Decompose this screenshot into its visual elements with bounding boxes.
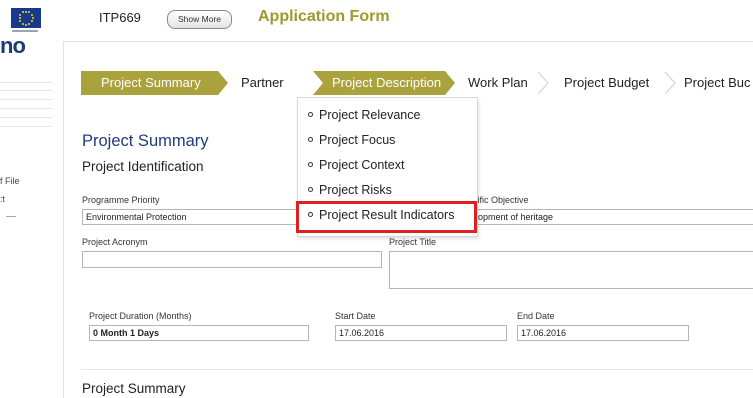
tab-project-description[interactable]: Project Description — [313, 71, 445, 95]
tab-separator — [664, 72, 676, 94]
menu-item-label: Project Context — [319, 158, 405, 172]
specific-objective-field[interactable]: relopment of heritage — [464, 209, 753, 225]
sidebar-divider — [0, 108, 52, 109]
eu-flag-icon — [11, 8, 41, 28]
program-logo: no — [0, 33, 26, 58]
page-title: Application Form — [258, 8, 390, 25]
project-acronym-label: Project Acronym — [82, 237, 148, 247]
sidebar-divider — [0, 126, 52, 127]
end-date-input[interactable]: 17.06.2016 — [517, 325, 689, 341]
bullet-icon — [308, 187, 313, 193]
eu-star-icon — [31, 17, 34, 19]
tab-label: Project Summary — [101, 75, 201, 90]
left-sidebar: no f File :t — [0, 0, 52, 398]
menu-item-label: Project Focus — [319, 133, 396, 147]
tab-label: Project Buc — [684, 75, 751, 90]
eu-star-icon — [28, 11, 31, 14]
sidebar-divider — [0, 117, 52, 118]
start-date-input[interactable]: 17.06.2016 — [335, 325, 507, 341]
eu-star-icon — [21, 11, 24, 14]
tab-project-budget[interactable]: Project Budget — [564, 71, 674, 95]
project-duration-label: Project Duration (Months) — [89, 311, 192, 321]
tab-label: Work Plan — [468, 75, 528, 90]
tab-label: Partner — [241, 75, 284, 90]
section-title: Project Summary — [82, 132, 209, 150]
eu-star-icon — [30, 20, 33, 23]
tab-arrow — [445, 71, 455, 95]
project-acronym-input[interactable] — [82, 251, 382, 268]
eu-star-icon — [28, 22, 31, 25]
project-title-label: Project Title — [389, 237, 437, 247]
menu-item-project-risks[interactable]: Project Risks — [308, 183, 392, 197]
tab-arrow — [313, 71, 323, 95]
sidebar-separator — [6, 216, 16, 217]
menu-item-label: Project Relevance — [319, 108, 421, 122]
eu-flag-caption — [12, 30, 38, 32]
project-title-input[interactable] — [389, 251, 753, 289]
end-date-label: End Date — [517, 311, 555, 321]
eu-star-icon — [18, 17, 21, 19]
menu-item-project-focus[interactable]: Project Focus — [308, 133, 395, 147]
project-duration-field: 0 Month 1 Days — [89, 325, 309, 341]
bullet-icon — [308, 137, 313, 143]
subsection-title: Project Identification — [82, 159, 204, 174]
sidebar-item-project[interactable]: :t — [0, 194, 5, 204]
eu-star-icon — [19, 20, 22, 23]
eu-star-icon — [19, 13, 22, 16]
tab-arrow — [218, 71, 228, 95]
eu-star-icon — [30, 13, 33, 16]
sidebar-divider — [0, 99, 52, 100]
sidebar-divider — [0, 90, 52, 91]
eu-star-icon — [25, 23, 27, 26]
tab-label: Project Description — [332, 75, 442, 90]
tab-separator — [537, 72, 549, 94]
project-summary-heading: Project Summary — [82, 381, 186, 396]
bullet-icon — [308, 162, 313, 168]
tab-bar: Project Summary Partner Project Descript… — [81, 71, 753, 95]
menu-item-project-context[interactable]: Project Context — [308, 158, 404, 172]
highlight-box — [296, 201, 477, 233]
eu-star-icon — [21, 22, 24, 25]
itp-code: ITP669 — [99, 10, 141, 25]
eu-star-icon — [25, 10, 27, 13]
sidebar-item-file[interactable]: f File — [0, 176, 20, 186]
tab-project-summary[interactable]: Project Summary — [81, 71, 218, 95]
tab-label: Project Budget — [564, 75, 650, 90]
menu-item-label: Project Risks — [319, 183, 392, 197]
menu-item-project-relevance[interactable]: Project Relevance — [308, 108, 420, 122]
bullet-icon — [308, 112, 313, 118]
show-more-button[interactable]: Show More — [167, 10, 232, 29]
sidebar-divider — [0, 82, 52, 83]
section-divider — [82, 369, 753, 370]
start-date-label: Start Date — [335, 311, 376, 321]
tab-partner[interactable]: Partner — [241, 71, 313, 95]
tab-project-budget-2[interactable]: Project Buc — [684, 71, 753, 95]
programme-priority-label: Programme Priority — [82, 195, 160, 205]
